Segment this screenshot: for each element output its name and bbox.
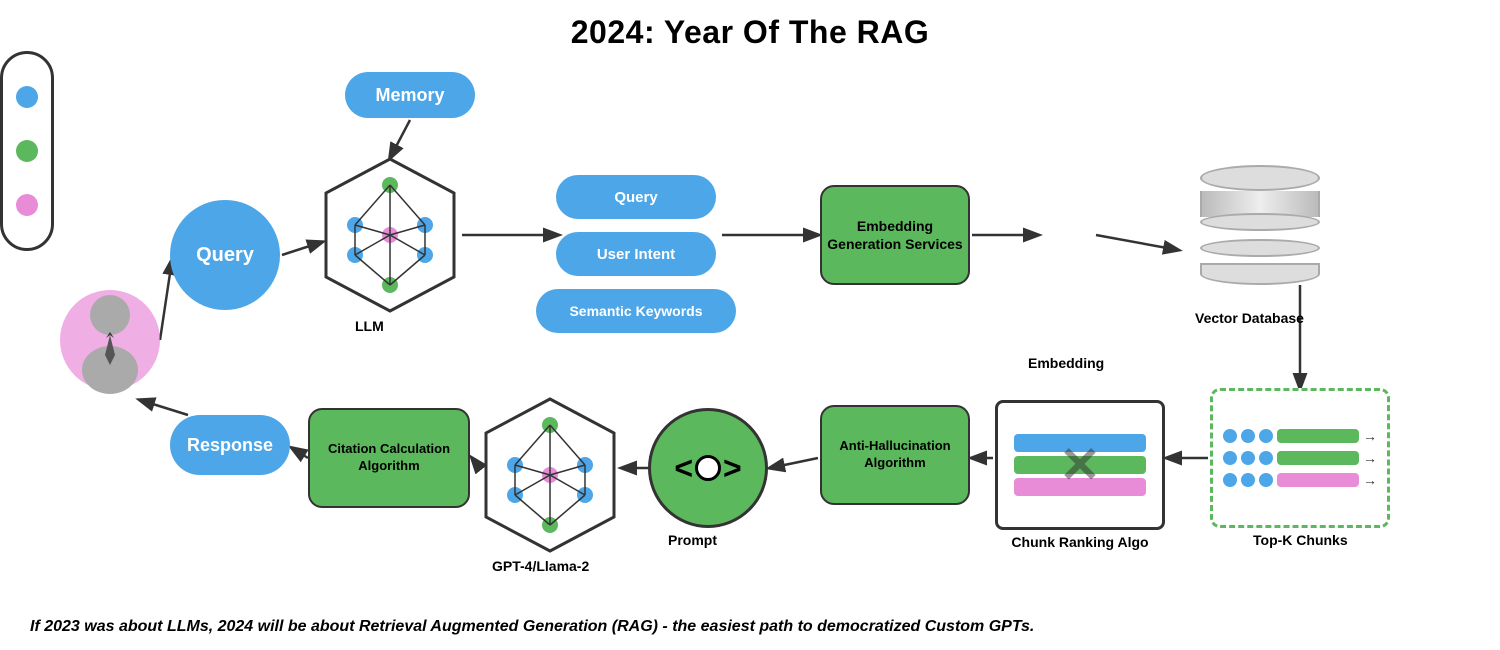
- topk-row-2: →: [1223, 450, 1377, 466]
- query-sub-node: Query: [556, 175, 716, 219]
- embed-dot-pink: [16, 194, 38, 216]
- topk-dot-6: [1259, 451, 1273, 465]
- chunk-vis: ✕: [995, 400, 1165, 530]
- topk-dot-1: [1223, 429, 1237, 443]
- gpt4-label: GPT-4/Llama-2: [492, 558, 589, 574]
- topk-row-3: →: [1223, 472, 1377, 488]
- topk-dot-8: [1241, 473, 1255, 487]
- prompt-symbol: < >: [674, 450, 741, 487]
- embedding-gen-node: Embedding Generation Services: [820, 185, 970, 285]
- topk-vis: → → →: [1213, 391, 1387, 525]
- embedding-pill: [0, 51, 54, 251]
- chunk-ranking-node: ✕: [995, 400, 1165, 530]
- topk-arrow-2: →: [1363, 450, 1377, 466]
- topk-dot-4: [1223, 451, 1237, 465]
- topk-bar-3: [1277, 473, 1359, 487]
- page-title: 2024: Year Of The RAG: [0, 0, 1500, 51]
- right-bracket: >: [723, 450, 742, 487]
- cyl-mid2: [1200, 239, 1320, 257]
- cyl-top: [1200, 165, 1320, 191]
- llm-hex-node: [320, 155, 460, 315]
- topk-row-1: →: [1223, 428, 1377, 444]
- llm-label: LLM: [355, 318, 384, 334]
- bottom-text: If 2023 was about LLMs, 2024 will be abo…: [30, 618, 1470, 636]
- vector-db-label: Vector Database: [1195, 310, 1304, 326]
- embedding-label: Embedding: [1028, 355, 1104, 371]
- prompt-inner-circle: [695, 455, 721, 481]
- cyl-mid1: [1200, 213, 1320, 231]
- topk-dot-7: [1223, 473, 1237, 487]
- query-circle-node: Query: [170, 200, 280, 310]
- memory-node: Memory: [345, 72, 475, 118]
- anti-hal-node: Anti-Hallucination Algorithm: [820, 405, 970, 505]
- prompt-circle-node: < >: [648, 408, 768, 528]
- prompt-label: Prompt: [668, 532, 717, 548]
- topk-dot-9: [1259, 473, 1273, 487]
- embed-dot-blue: [16, 86, 38, 108]
- topk-bar-2: [1277, 451, 1359, 465]
- topk-chunks-node: → → →: [1210, 388, 1390, 528]
- citation-calc-node: Citation Calculation Algorithm: [308, 408, 470, 508]
- topk-label: Top-K Chunks: [1253, 532, 1348, 548]
- topk-dot-2: [1241, 429, 1255, 443]
- chunk-x-mark: ✕: [1059, 436, 1101, 494]
- left-bracket: <: [674, 450, 693, 487]
- person-avatar: [60, 280, 160, 400]
- embed-dot-green: [16, 140, 38, 162]
- topk-bar-1: [1277, 429, 1359, 443]
- cyl-bottom: [1200, 263, 1320, 285]
- topk-arrow-1: →: [1363, 428, 1377, 444]
- topk-dot-5: [1241, 451, 1255, 465]
- vector-db-node: [1180, 165, 1340, 285]
- semantic-kw-node: Semantic Keywords: [536, 289, 736, 333]
- topk-dot-3: [1259, 429, 1273, 443]
- topk-arrow-3: →: [1363, 472, 1377, 488]
- user-intent-node: User Intent: [556, 232, 716, 276]
- diagram-container: 2024: Year Of The RAG: [0, 0, 1500, 650]
- response-node: Response: [170, 415, 290, 475]
- gpt4-hex-node: [480, 395, 620, 555]
- chunk-ranking-label: Chunk Ranking Algo: [1000, 534, 1160, 550]
